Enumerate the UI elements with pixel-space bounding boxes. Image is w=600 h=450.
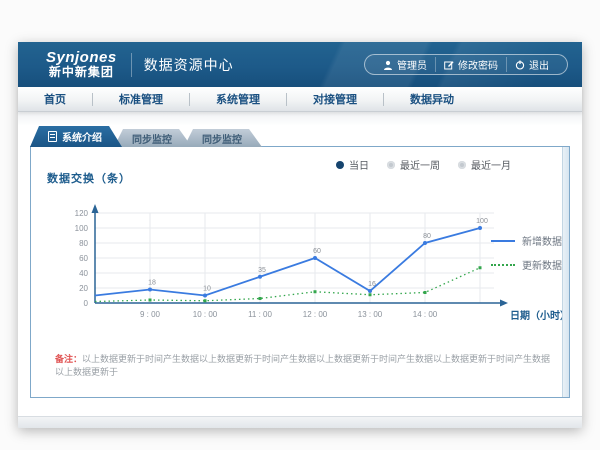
header-divider (131, 53, 132, 77)
svg-text:11 : 00: 11 : 00 (248, 310, 272, 319)
content-tabs: 系统介绍 同步监控 同步监控 (30, 126, 254, 147)
document-icon (48, 131, 57, 142)
svg-text:100: 100 (476, 218, 488, 225)
admin-user-label: 管理员 (397, 57, 427, 72)
svg-text:12 : 00: 12 : 00 (303, 310, 328, 319)
change-password-label: 修改密码 (458, 57, 498, 72)
svg-text:日期（小时）: 日期（小时） (510, 309, 569, 322)
nav-item-home[interactable]: 首页 (18, 91, 92, 107)
radio-last-month[interactable]: 最近一月 (458, 157, 511, 172)
legend-update-data: 更新数据 (491, 257, 562, 272)
dotted-line-icon (491, 264, 515, 266)
tab-sync-monitor-1-label: 同步监控 (132, 131, 172, 146)
legend-new-data: 新增数据 (491, 233, 562, 248)
footnote-label: 备注： (55, 354, 82, 364)
time-range-filter: 当日 最近一周 最近一月 (336, 157, 511, 172)
nav-item-interface-mgmt[interactable]: 对接管理 (287, 91, 383, 107)
edit-icon (444, 60, 454, 70)
logout-button[interactable]: 退出 (506, 57, 557, 72)
radio-last-week[interactable]: 最近一周 (387, 157, 440, 172)
legend-new-data-label: 新增数据 (522, 233, 562, 248)
radio-today[interactable]: 当日 (336, 157, 369, 172)
radio-last-week-label: 最近一周 (400, 157, 440, 172)
svg-text:13 : 00: 13 : 00 (358, 310, 383, 319)
svg-text:80: 80 (79, 239, 88, 248)
svg-text:18: 18 (148, 280, 156, 287)
tab-system-intro-label: 系统介绍 (62, 129, 102, 144)
radio-last-month-label: 最近一月 (471, 157, 511, 172)
svg-text:9 : 00: 9 : 00 (140, 310, 161, 319)
footnote: 备注：以上数据更新于时间产生数据以上数据更新于时间产生数据以上数据更新于时间产生… (55, 353, 555, 378)
app-window: Synjones 新中新集团 数据资源中心 管理员 修改密码 (18, 42, 582, 428)
svg-text:40: 40 (79, 269, 88, 278)
radio-unselected-icon (387, 161, 395, 169)
svg-text:16: 16 (368, 281, 376, 288)
nav-item-data-change[interactable]: 数据异动 (384, 91, 480, 107)
company-logo: Synjones 新中新集团 (46, 50, 117, 78)
legend-update-data-label: 更新数据 (522, 257, 562, 272)
tab-system-intro[interactable]: 系统介绍 (30, 126, 122, 147)
y-axis-title: 数据交换（条） (47, 170, 131, 186)
radio-selected-icon (336, 161, 344, 169)
power-icon (515, 60, 525, 70)
tab-sync-monitor-2[interactable]: 同步监控 (184, 129, 262, 147)
window-footer (18, 416, 582, 428)
tab-sync-monitor-2-label: 同步监控 (202, 131, 242, 146)
chart-panel: 当日 最近一周 最近一月 数据交换（条） 0 20 40 60 80 100 120 9 : … (30, 146, 570, 398)
svg-text:80: 80 (423, 233, 431, 240)
svg-text:10: 10 (203, 286, 211, 293)
logo-company-text: 新中新集团 (46, 66, 117, 79)
app-header: Synjones 新中新集团 数据资源中心 管理员 修改密码 (18, 42, 582, 87)
change-password-button[interactable]: 修改密码 (435, 57, 506, 72)
logout-label: 退出 (529, 57, 549, 72)
tab-sync-monitor-1[interactable]: 同步监控 (114, 129, 192, 147)
user-icon (383, 60, 393, 70)
page-title: 数据资源中心 (144, 55, 234, 75)
user-menu: 管理员 修改密码 退出 (364, 54, 568, 75)
logo-brand-text: Synjones (46, 50, 117, 66)
svg-text:0: 0 (84, 299, 89, 308)
admin-user-button[interactable]: 管理员 (375, 57, 435, 72)
chart-legend: 新增数据 更新数据 (491, 233, 562, 272)
main-navigation: 首页 标准管理 系统管理 对接管理 数据异动 (18, 87, 582, 112)
radio-unselected-icon (458, 161, 466, 169)
svg-text:60: 60 (79, 254, 88, 263)
svg-text:35: 35 (258, 267, 266, 274)
solid-line-icon (491, 240, 515, 242)
footnote-text: 以上数据更新于时间产生数据以上数据更新于时间产生数据以上数据更新于时间产生数据以… (55, 354, 550, 377)
radio-today-label: 当日 (349, 157, 369, 172)
svg-text:20: 20 (79, 284, 88, 293)
svg-text:10 : 00: 10 : 00 (193, 310, 218, 319)
nav-shadow-gap (18, 112, 582, 126)
svg-text:14 : 00: 14 : 00 (413, 310, 438, 319)
svg-text:60: 60 (313, 248, 321, 255)
svg-text:120: 120 (75, 209, 89, 218)
svg-text:100: 100 (75, 224, 89, 233)
nav-item-system-mgmt[interactable]: 系统管理 (190, 91, 286, 107)
nav-item-standard-mgmt[interactable]: 标准管理 (93, 91, 189, 107)
vertical-scrollbar[interactable] (562, 147, 569, 397)
